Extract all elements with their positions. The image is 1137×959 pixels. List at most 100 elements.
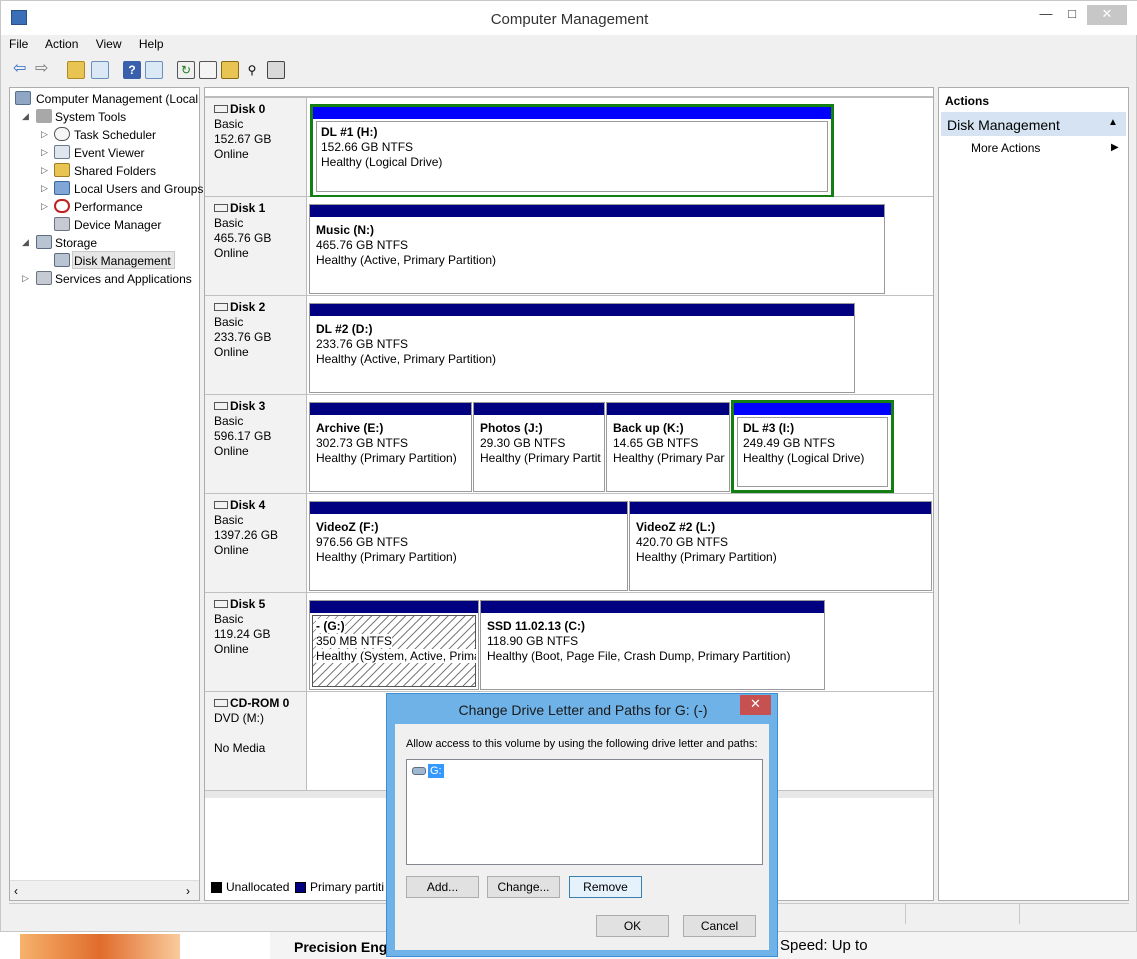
export-icon[interactable] (267, 61, 285, 79)
title-bar[interactable]: Computer Management — □ ✕ (1, 1, 1137, 35)
expand-arrow-icon[interactable]: ▷ (41, 201, 48, 212)
volume-status: Healthy (Logical Drive) (743, 451, 865, 465)
event-viewer-icon (54, 145, 70, 159)
menu-help[interactable]: Help (139, 37, 164, 51)
disk-name: Disk 2 (230, 300, 266, 314)
disk-row[interactable]: Disk 1 Basic 465.76 GB Online Music (N:)… (205, 197, 933, 296)
tree-item-event-viewer[interactable]: Event Viewer (74, 144, 144, 162)
menu-action[interactable]: Action (45, 37, 78, 51)
up-folder-icon[interactable] (67, 61, 85, 79)
volume-info: Music (N:) 465.76 GB NTFS Healthy (Activ… (316, 223, 496, 268)
primary-partition-bar (630, 502, 931, 514)
primary-partition-bar (310, 601, 478, 613)
expand-arrow-icon[interactable]: ▷ (41, 165, 48, 176)
disk-label[interactable]: Disk 5 Basic 119.24 GB Online (205, 593, 307, 691)
volume[interactable]: Back up (K:) 14.65 GB NTFS Healthy (Prim… (606, 402, 730, 492)
disk-row[interactable]: Disk 0 Basic 152.67 GB Online DL #1 (H:)… (205, 98, 933, 198)
scroll-left-icon[interactable]: ‹ (14, 884, 18, 898)
disk-label[interactable]: Disk 3 Basic 596.17 GB Online (205, 395, 307, 493)
open-folder-icon[interactable] (221, 61, 239, 79)
close-button[interactable]: ✕ (1087, 5, 1127, 25)
disk-row[interactable]: Disk 4 Basic 1397.26 GB Online VideoZ (F… (205, 494, 933, 593)
help-icon[interactable]: ? (123, 61, 141, 79)
disk-label[interactable]: Disk 2 Basic 233.76 GB Online (205, 296, 307, 394)
disk-row[interactable]: Disk 2 Basic 233.76 GB Online DL #2 (D:)… (205, 296, 933, 395)
disk-row[interactable]: Disk 5 Basic 119.24 GB Online - (G:) 350… (205, 593, 933, 692)
disk-management-icon (54, 253, 70, 267)
menu-file[interactable]: File (9, 37, 28, 51)
tree-item-performance[interactable]: Performance (74, 198, 143, 216)
tree-item-disk-management[interactable]: Disk Management (74, 252, 171, 270)
disk-row[interactable]: Disk 3 Basic 596.17 GB Online Archive (E… (205, 395, 933, 494)
volume[interactable]: DL #3 (I:) 249.49 GB NTFS Healthy (Logic… (734, 403, 891, 490)
search-icon[interactable]: ⚲ (243, 61, 261, 79)
volume-status: Healthy (Primary Partition) (316, 550, 457, 564)
volume-size: 29.30 GB NTFS (480, 436, 566, 450)
tree-item-shared-folders[interactable]: Shared Folders (74, 162, 156, 180)
primary-partition-bar (310, 502, 627, 514)
console-tree: Computer Management (Local ◢ System Tool… (9, 87, 203, 901)
cancel-button[interactable]: Cancel (683, 915, 756, 937)
volume[interactable]: DL #1 (H:) 152.66 GB NTFS Healthy (Logic… (313, 107, 831, 195)
volume-status: Healthy (Primary Partition) (316, 451, 457, 465)
expand-arrow-icon[interactable]: ▷ (41, 183, 48, 194)
tree-item-local-users[interactable]: Local Users and Groups (74, 180, 203, 198)
volume[interactable]: SSD 11.02.13 (C:) 118.90 GB NTFS Healthy… (480, 600, 825, 690)
primary-partition-bar (481, 601, 824, 613)
tree-item-services[interactable]: Services and Applications (55, 270, 192, 288)
users-icon (54, 181, 70, 195)
legend-primary-label: Primary partiti (310, 880, 385, 894)
maximize-button[interactable]: □ (1059, 5, 1085, 25)
disk-status: Online (214, 642, 249, 656)
disk-label[interactable]: CD-ROM 0 DVD (M:) No Media (205, 692, 307, 790)
volume[interactable]: VideoZ #2 (L:) 420.70 GB NTFS Healthy (P… (629, 501, 932, 591)
tree-item-root[interactable]: Computer Management (Local (36, 90, 198, 108)
volume[interactable]: DL #2 (D:) 233.76 GB NTFS Healthy (Activ… (309, 303, 855, 393)
actions-section[interactable]: Disk Management ▲ (941, 112, 1126, 136)
volume-status: Healthy (Primary Partition) (636, 550, 777, 564)
ok-button[interactable]: OK (596, 915, 669, 937)
volume-status: Healthy (System, Active, Primary Partiti… (316, 649, 476, 663)
expand-arrow-icon[interactable]: ▷ (41, 147, 48, 158)
collapse-arrow-icon[interactable]: ◢ (22, 111, 29, 122)
minimize-button[interactable]: — (1033, 5, 1059, 25)
tree-horizontal-scrollbar[interactable]: ‹ › (10, 880, 199, 900)
disk-label[interactable]: Disk 0 Basic 152.67 GB Online (205, 98, 307, 196)
back-icon[interactable]: ⇦ (13, 61, 31, 79)
disk-status: Online (214, 147, 249, 161)
volume-selected[interactable]: - (G:) 350 MB NTFS Healthy (System, Acti… (309, 600, 479, 690)
expand-arrow-icon[interactable]: ▷ (22, 273, 29, 284)
add-button[interactable]: Add... (406, 876, 479, 898)
paths-listbox[interactable]: G: (406, 759, 763, 865)
forward-icon[interactable]: ⇨ (35, 61, 53, 79)
scroll-right-icon[interactable]: › (186, 884, 190, 898)
volume[interactable]: Photos (J:) 29.30 GB NTFS Healthy (Prima… (473, 402, 605, 492)
collapse-arrow-icon[interactable]: ◢ (22, 237, 29, 248)
tree-item-device-manager[interactable]: Device Manager (74, 216, 161, 234)
show-hide-tree-icon[interactable] (91, 61, 109, 79)
expand-arrow-icon[interactable]: ▷ (41, 129, 48, 140)
volume[interactable]: Archive (E:) 302.73 GB NTFS Healthy (Pri… (309, 402, 472, 492)
menu-view[interactable]: View (96, 37, 122, 51)
legend-unallocated-label: Unallocated (226, 880, 290, 894)
volume[interactable]: Music (N:) 465.76 GB NTFS Healthy (Activ… (309, 204, 885, 294)
change-button[interactable]: Change... (487, 876, 560, 898)
volume[interactable]: VideoZ (F:) 976.56 GB NTFS Healthy (Prim… (309, 501, 628, 591)
disk-name: Disk 1 (230, 201, 266, 215)
disk-label[interactable]: Disk 1 Basic 465.76 GB Online (205, 197, 307, 295)
tree-item-storage[interactable]: Storage (55, 234, 97, 252)
collapse-up-icon[interactable]: ▲ (1108, 117, 1118, 128)
remove-button[interactable]: Remove (569, 876, 642, 898)
more-actions-label: More Actions (971, 141, 1041, 155)
disk-name: Disk 3 (230, 399, 266, 413)
refresh-icon[interactable]: ↻ (177, 61, 195, 79)
disk-label[interactable]: Disk 4 Basic 1397.26 GB Online (205, 494, 307, 592)
tree-item-task-scheduler[interactable]: Task Scheduler (74, 126, 156, 144)
dialog-close-button[interactable]: ✕ (740, 695, 771, 715)
logical-drive-bar (734, 403, 891, 415)
tree-item-system-tools[interactable]: System Tools (55, 108, 126, 126)
more-actions-item[interactable]: More Actions ▶ (971, 141, 1121, 157)
scroll-top-edge (205, 90, 933, 98)
properties-icon[interactable] (145, 61, 163, 79)
settings-icon[interactable] (199, 61, 217, 79)
